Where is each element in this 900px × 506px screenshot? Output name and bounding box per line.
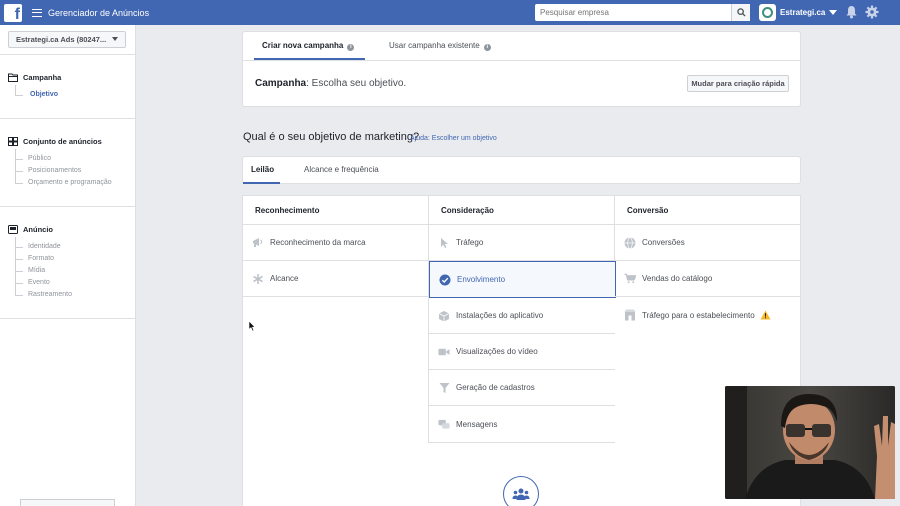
tab-existing-campaign[interactable]: Usar campanha existente i	[389, 41, 491, 51]
column-consideration: Consideração	[429, 196, 615, 225]
box-icon	[438, 310, 450, 322]
sidebar-item-audience[interactable]: Público	[28, 155, 51, 162]
account-switcher[interactable]: Estrategi.ca	[759, 4, 838, 21]
facebook-logo-icon[interactable]: f	[4, 3, 22, 22]
objective-catalog-sales[interactable]: Vendas do catálogo	[615, 261, 801, 297]
sidebar: Estrategi.ca Ads (80247... Campanha Obje…	[0, 25, 136, 506]
divider	[0, 318, 136, 319]
divider	[0, 54, 136, 55]
sidebar-footer-button[interactable]	[20, 499, 115, 506]
sidebar-item-budget[interactable]: Orçamento e programação	[28, 179, 112, 186]
cursor-icon	[438, 237, 450, 249]
sidebar-item-placements[interactable]: Posicionamentos	[28, 167, 81, 174]
tab-create-campaign[interactable]: Criar nova campanha i	[262, 41, 355, 51]
top-bar: f Gerenciador de Anúncios Estrategi.ca	[0, 0, 900, 25]
objective-video-views[interactable]: Visualizações do vídeo	[429, 334, 615, 370]
quick-creation-button[interactable]: Mudar para criação rápida	[687, 75, 789, 92]
sidebar-item-identity[interactable]: Identidade	[28, 243, 61, 250]
search-icon	[736, 8, 746, 17]
objective-messages[interactable]: Mensagens	[429, 406, 615, 443]
account-name: Estrategi.ca	[780, 8, 826, 17]
webcam-overlay	[725, 386, 895, 499]
chevron-down-icon	[829, 10, 838, 15]
objective-question: Qual é o seu objetivo de marketing?	[243, 131, 420, 143]
app-title[interactable]: Gerenciador de Anúncios	[48, 8, 149, 18]
gear-icon[interactable]	[865, 5, 879, 19]
globe-icon	[624, 236, 636, 249]
objective-conversions[interactable]: Conversões	[615, 225, 801, 261]
buying-type-tabs: Leilão Alcance e frequência	[242, 156, 801, 184]
info-icon: i	[483, 44, 491, 51]
objective-reach[interactable]: Alcance	[243, 261, 429, 297]
sidebar-item-campaign[interactable]: Campanha	[8, 73, 61, 82]
mouse-cursor-icon	[248, 320, 256, 332]
sidebar-item-media[interactable]: Mídia	[28, 267, 45, 274]
sidebar-item-ad[interactable]: Anúncio	[8, 225, 53, 234]
asterisk-icon	[252, 273, 264, 285]
divider	[0, 206, 136, 207]
objective-lead-generation[interactable]: Geração de cadastros	[429, 370, 615, 406]
tab-reach-frequency[interactable]: Alcance e frequência	[304, 165, 379, 174]
objective-brand-awareness[interactable]: Reconhecimento da marca	[243, 225, 429, 261]
account-avatar	[759, 4, 776, 21]
tab-active-indicator	[243, 182, 280, 184]
ad-account-select[interactable]: Estrategi.ca Ads (80247...	[8, 31, 126, 48]
sidebar-item-format[interactable]: Formato	[28, 255, 54, 262]
objectives-grid: Reconhecimento Consideração Conversão Re…	[242, 195, 801, 506]
objective-store-traffic[interactable]: Tráfego para o estabelecimento	[615, 297, 801, 333]
chat-bubbles-icon	[438, 418, 450, 430]
objective-help-link[interactable]: Ajuda: Escolher um objetivo	[410, 135, 497, 142]
info-icon: i	[347, 44, 355, 51]
column-conversion: Conversão	[615, 196, 801, 225]
video-camera-icon	[438, 346, 450, 358]
menu-hamburger-icon[interactable]	[32, 8, 42, 17]
ad-account-name: Estrategi.ca Ads (80247...	[16, 35, 107, 44]
ad-square-icon	[8, 225, 18, 234]
sidebar-item-event[interactable]: Evento	[28, 279, 50, 286]
column-awareness: Reconhecimento	[243, 196, 429, 225]
search-button[interactable]	[731, 4, 750, 21]
funnel-icon	[438, 382, 450, 394]
divider	[0, 118, 136, 119]
objective-traffic[interactable]: Tráfego	[429, 225, 615, 261]
check-circle-icon	[439, 274, 451, 286]
shopping-cart-icon	[624, 273, 636, 285]
bell-icon[interactable]	[845, 5, 858, 19]
sidebar-item-objective[interactable]: Objetivo	[30, 91, 58, 98]
megaphone-icon	[252, 237, 264, 249]
sidebar-item-tracking[interactable]: Rastreamento	[28, 291, 72, 298]
campaign-heading: Campanha: Escolha seu objetivo.	[255, 78, 407, 89]
campaign-card: Criar nova campanha i Usar campanha exist…	[242, 31, 801, 107]
objective-engagement[interactable]: Envolvimento	[429, 261, 616, 298]
sidebar-item-adset[interactable]: Conjunto de anúncios	[8, 137, 102, 146]
search-input[interactable]	[535, 4, 731, 21]
users-group-icon	[503, 476, 539, 506]
tab-auction[interactable]: Leilão	[251, 165, 274, 174]
store-icon	[624, 309, 636, 321]
objective-app-installs[interactable]: Instalações do aplicativo	[429, 298, 615, 334]
presenter-video-image	[725, 386, 895, 499]
folder-icon	[8, 73, 18, 82]
grid-icon	[8, 137, 18, 146]
warning-icon	[760, 310, 771, 320]
search-box	[535, 4, 750, 21]
chevron-down-icon	[112, 37, 118, 41]
